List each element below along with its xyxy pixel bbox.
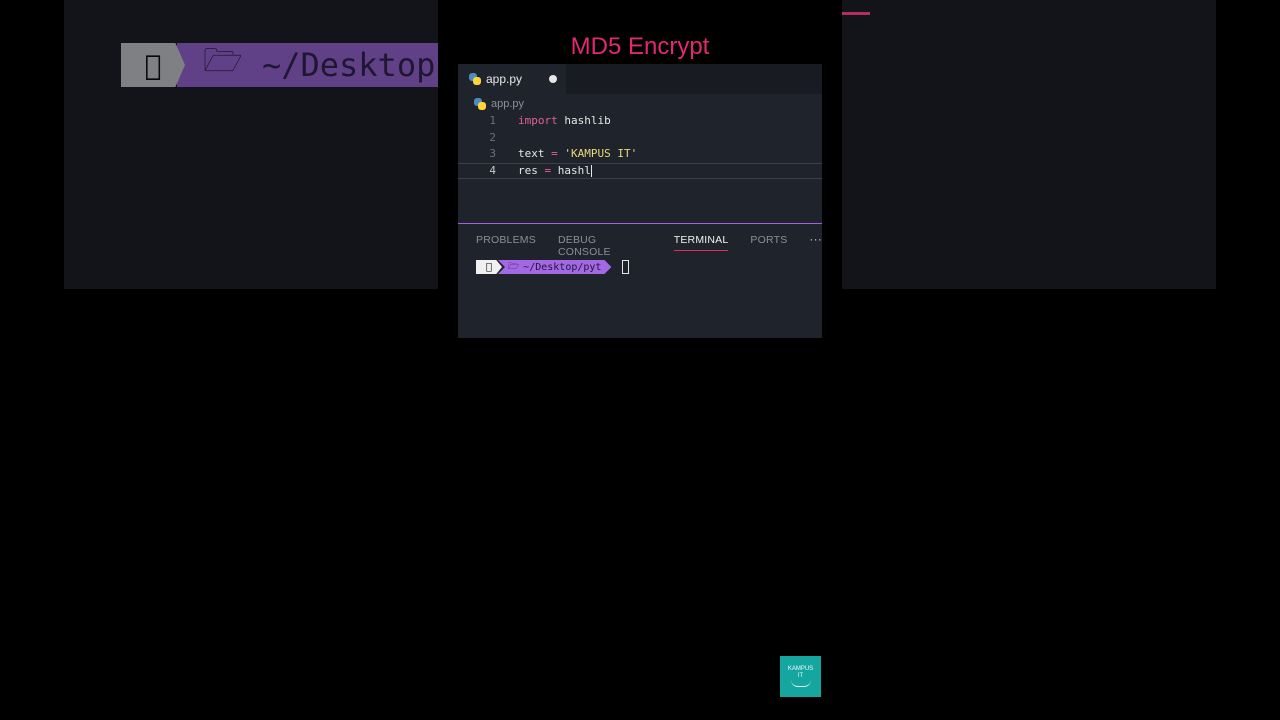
code-line[interactable]: 2 [458, 130, 822, 147]
line-number: 2 [489, 130, 496, 144]
code-area[interactable]: 1 import hashlib 2 3 text = 'KAMPUS IT' 4 res … [458, 113, 822, 179]
tab-problems[interactable]: PROBLEMS [476, 234, 536, 250]
code-line[interactable]: 1 import hashlib [458, 113, 822, 130]
page-title: MD5 Encrypt [570, 33, 710, 60]
folder-icon: 🗁 [508, 262, 520, 272]
code-editor-window: app.py app.py 1 import hashlib 2 3 text = 'K… [458, 64, 822, 338]
text-caret [590, 164, 592, 177]
line-source: res = hashl [518, 164, 592, 179]
python-icon [469, 73, 481, 85]
tab-bar: app.py [458, 64, 822, 94]
code-line[interactable]: 3 text = 'KAMPUS IT' [458, 146, 822, 163]
code-token: text [518, 147, 552, 160]
unsaved-dot-icon[interactable] [549, 75, 557, 83]
tab-app-py[interactable]: app.py [458, 64, 566, 94]
background-prompt:  🗁 ~/Desktop [121, 43, 438, 87]
line-number: 4 [489, 163, 496, 177]
terminal-prompt:  🗁 ~/Desktop/pyt [476, 260, 611, 274]
terminal-cursor[interactable] [622, 260, 629, 274]
line-source: import hashlib [518, 113, 611, 130]
breadcrumb[interactable]: app.py [474, 98, 524, 110]
code-line[interactable]: 4 res = hashl [458, 162, 822, 179]
line-number: 1 [489, 114, 496, 127]
tab-ports[interactable]: PORTS [750, 234, 787, 250]
background-accent-line [842, 12, 870, 15]
code-token: 'KAMPUS IT' [564, 147, 638, 160]
tab-label: app.py [486, 72, 523, 86]
code-token: hashlib [557, 114, 611, 127]
code-token: hashl [551, 163, 591, 177]
line-number: 3 [489, 147, 496, 160]
terminal-prompt-path: 🗁 ~/Desktop/pyt [498, 260, 611, 274]
line-source: text = 'KAMPUS IT' [518, 146, 637, 163]
background-prompt-path: 🗁 ~/Desktop [177, 43, 438, 87]
apple-icon:  [476, 260, 502, 274]
code-token: import [518, 114, 558, 127]
code-token: = [551, 147, 558, 160]
apple-icon:  [121, 43, 185, 87]
panel-tabs: PROBLEMS DEBUG CONSOLE TERMINAL PORTS ··… [476, 233, 822, 262]
logo-smile-icon [790, 680, 811, 687]
background-panel-right [842, 0, 1216, 289]
bottom-panel: PROBLEMS DEBUG CONSOLE TERMINAL PORTS ··… [458, 223, 822, 338]
tab-terminal[interactable]: TERMINAL [673, 234, 729, 251]
code-token: res [518, 163, 545, 177]
more-actions-icon[interactable]: ··· [809, 233, 822, 245]
logo-text-line2: IT [797, 673, 804, 679]
logo-text-line1: KAMPUS [787, 666, 814, 672]
python-icon [474, 98, 486, 110]
kampus-it-logo: KAMPUS IT [780, 656, 821, 697]
folder-icon: 🗁 [203, 43, 243, 79]
breadcrumb-file[interactable]: app.py [491, 98, 524, 110]
tab-debug-console[interactable]: DEBUG CONSOLE [558, 234, 652, 262]
